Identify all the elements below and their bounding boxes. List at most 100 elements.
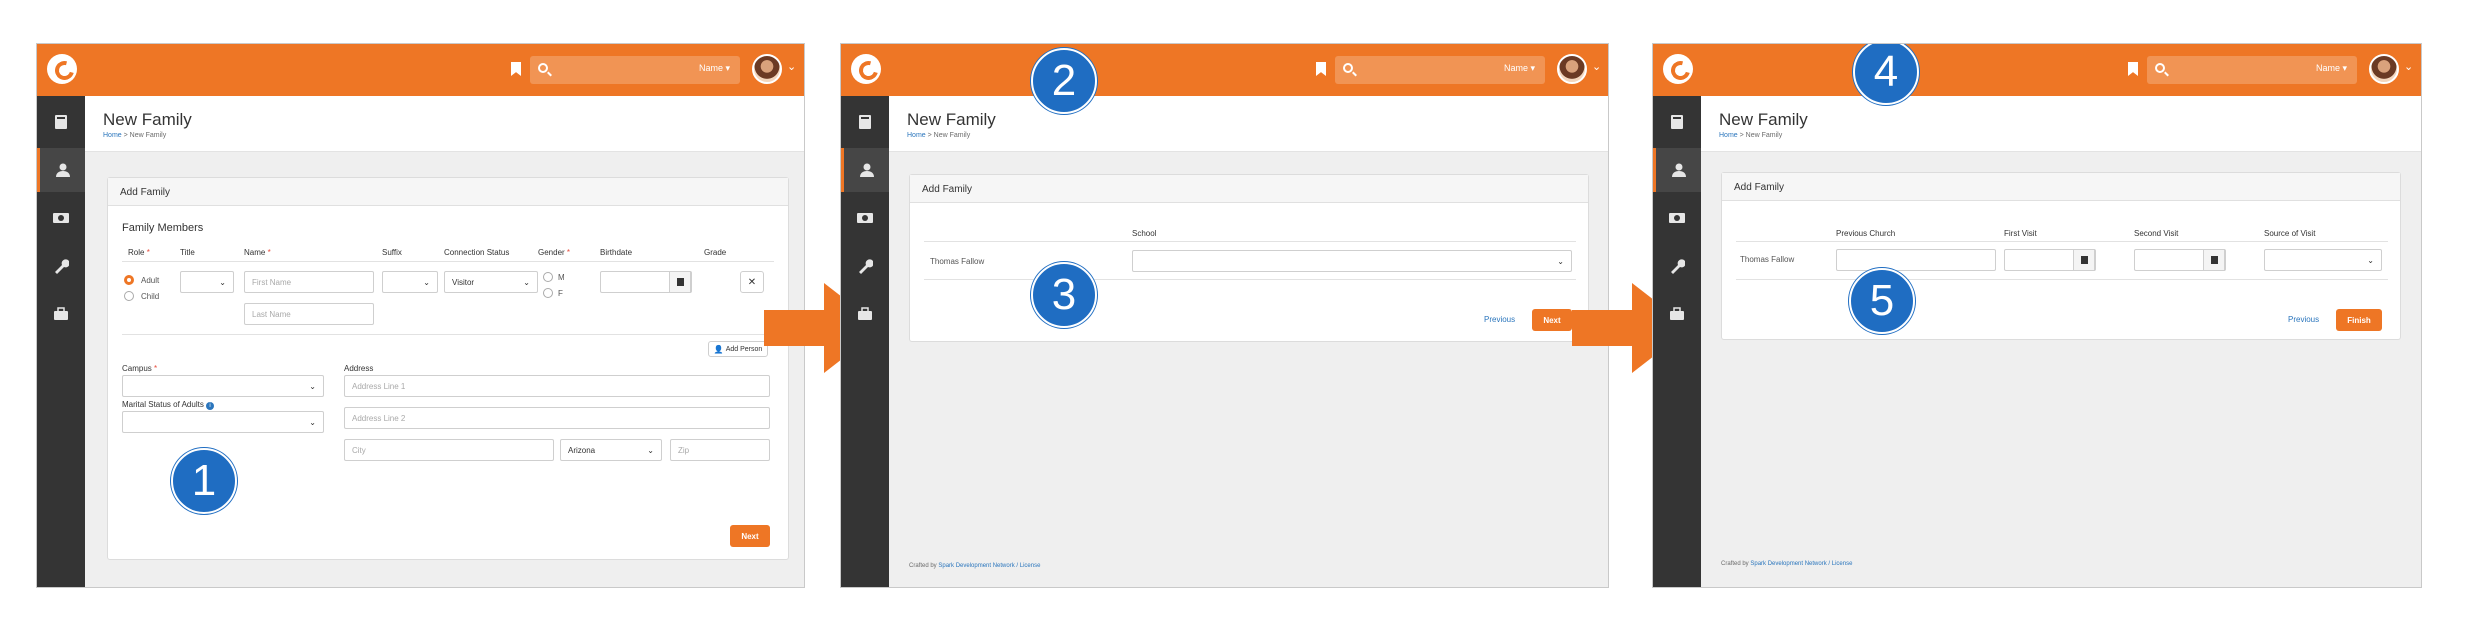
role-adult-radio[interactable] — [124, 275, 134, 285]
sidebar-item-people[interactable] — [841, 148, 889, 192]
title-select[interactable]: ⌄ — [180, 271, 234, 293]
gender-f-radio[interactable] — [543, 288, 553, 298]
sidebar-item-book[interactable] — [1653, 100, 1701, 144]
search-type-select[interactable]: Name ▾ — [699, 63, 730, 74]
search-input[interactable]: Name ▾ — [2147, 56, 2357, 84]
next-button[interactable]: Next — [1532, 309, 1572, 331]
person-name: Thomas Fallow — [930, 257, 985, 266]
breadcrumb-home[interactable]: Home — [1719, 132, 1738, 139]
chevron-down-icon[interactable]: ⌄ — [787, 62, 797, 73]
chevron-down-icon: ⌄ — [2367, 256, 2374, 265]
sidebar-item-finance[interactable] — [1653, 196, 1701, 240]
address-line2-input[interactable]: Address Line 2 — [344, 407, 770, 429]
sidebar — [841, 96, 889, 587]
top-navbar: Name ▾ ⌄ — [37, 44, 804, 96]
connection-status-column-label: Connection Status — [444, 248, 510, 257]
chevron-down-icon: ⌄ — [647, 446, 654, 455]
address-label: Address — [344, 364, 374, 373]
next-button[interactable]: Next — [730, 525, 770, 547]
sidebar-item-tools[interactable] — [1653, 244, 1701, 288]
screen-step-3: Name ▾ ⌄ New Family Home > New Family Ad… — [1652, 43, 2422, 588]
sidebar-item-tools[interactable] — [37, 244, 85, 288]
connection-status-select[interactable]: Visitor ⌄ — [444, 271, 538, 293]
page-header: New Family Home > New Family — [85, 96, 804, 152]
suffix-select[interactable]: ⌄ — [382, 271, 438, 293]
breadcrumb-separator: > — [121, 132, 130, 139]
sidebar-item-finance[interactable] — [841, 196, 889, 240]
breadcrumb-current: New Family — [1745, 132, 1783, 139]
rock-logo-icon[interactable] — [851, 54, 881, 84]
first-visit-input[interactable] — [2004, 249, 2096, 271]
name-column-label: Name * — [244, 248, 271, 257]
previous-church-input[interactable] — [1836, 249, 1996, 271]
bookmark-icon[interactable] — [511, 62, 521, 76]
sidebar-item-admin[interactable] — [1653, 292, 1701, 336]
sidebar-item-tools[interactable] — [841, 244, 889, 288]
chevron-down-icon[interactable]: ⌄ — [2404, 62, 2414, 73]
breadcrumb-home[interactable]: Home — [103, 132, 122, 139]
sidebar-item-people[interactable] — [1653, 148, 1701, 192]
second-visit-column-label: Second Visit — [2134, 229, 2179, 238]
add-family-panel: Add Family Previous Church First Visit S… — [1721, 172, 2401, 340]
second-visit-input[interactable] — [2134, 249, 2226, 271]
calendar-icon[interactable] — [2073, 249, 2095, 271]
wrench-icon — [1671, 259, 1685, 274]
gender-f-label: F — [558, 289, 563, 298]
chevron-down-icon: ⌄ — [219, 278, 226, 287]
marital-status-label: Marital Status of Adults i — [122, 400, 215, 410]
bookmark-icon[interactable] — [2128, 62, 2138, 76]
search-input[interactable]: Name ▾ — [530, 56, 740, 84]
city-input[interactable]: City — [344, 439, 554, 461]
sidebar-item-admin[interactable] — [841, 292, 889, 336]
remove-person-button[interactable]: ✕ — [740, 271, 764, 293]
book-icon — [55, 115, 67, 129]
search-input[interactable]: Name ▾ — [1335, 56, 1545, 84]
calendar-icon[interactable] — [2203, 249, 2225, 271]
footer-link[interactable]: Spark Development Network / License — [938, 563, 1040, 569]
add-person-button[interactable]: 👤 Add Person — [708, 341, 768, 357]
breadcrumb-current: New Family — [129, 132, 167, 139]
footer-credit: Crafted by Spark Development Network / L… — [1721, 561, 1853, 567]
page-title: New Family — [907, 110, 996, 129]
breadcrumb-home[interactable]: Home — [907, 132, 926, 139]
sidebar-item-admin[interactable] — [37, 292, 85, 336]
bookmark-icon[interactable] — [1316, 62, 1326, 76]
info-icon[interactable]: i — [206, 402, 215, 410]
rock-logo-icon[interactable] — [47, 54, 77, 84]
role-child-radio[interactable] — [124, 291, 134, 301]
avatar[interactable] — [752, 54, 782, 84]
marital-status-select[interactable]: ⌄ — [122, 411, 324, 433]
step-badge-3: 3 — [1031, 262, 1097, 328]
school-select[interactable]: ⌄ — [1132, 250, 1572, 272]
sidebar-item-book[interactable] — [37, 100, 85, 144]
first-name-input[interactable]: First Name — [244, 271, 374, 293]
state-select[interactable]: Arizona ⌄ — [560, 439, 662, 461]
last-name-input[interactable]: Last Name — [244, 303, 374, 325]
sidebar-item-people[interactable] — [37, 148, 85, 192]
briefcase-icon — [54, 307, 68, 320]
top-navbar: Name ▾ ⌄ — [841, 44, 1608, 96]
avatar[interactable] — [1557, 54, 1587, 84]
sidebar-item-finance[interactable] — [37, 196, 85, 240]
footer-link[interactable]: Spark Development Network / License — [1750, 561, 1852, 567]
chevron-down-icon: ⌄ — [423, 278, 430, 287]
campus-select[interactable]: ⌄ — [122, 375, 324, 397]
title-column-label: Title — [180, 248, 195, 257]
sidebar-item-book[interactable] — [841, 100, 889, 144]
search-type-select[interactable]: Name ▾ — [1504, 63, 1535, 74]
address-line1-input[interactable]: Address Line 1 — [344, 375, 770, 397]
zip-input[interactable]: Zip — [670, 439, 770, 461]
finish-button[interactable]: Finish — [2336, 309, 2382, 331]
divider — [1736, 241, 2388, 242]
previous-link[interactable]: Previous — [2288, 315, 2319, 324]
calendar-icon[interactable] — [669, 271, 691, 293]
gender-m-radio[interactable] — [543, 272, 553, 282]
previous-link[interactable]: Previous — [1484, 315, 1515, 324]
source-of-visit-select[interactable]: ⌄ — [2264, 249, 2382, 271]
chevron-down-icon[interactable]: ⌄ — [1592, 62, 1602, 73]
search-type-select[interactable]: Name ▾ — [2316, 63, 2347, 74]
rock-logo-icon[interactable] — [1663, 54, 1693, 84]
avatar[interactable] — [2369, 54, 2399, 84]
gender-column-label: Gender * — [538, 248, 571, 257]
birthdate-input[interactable] — [600, 271, 692, 293]
